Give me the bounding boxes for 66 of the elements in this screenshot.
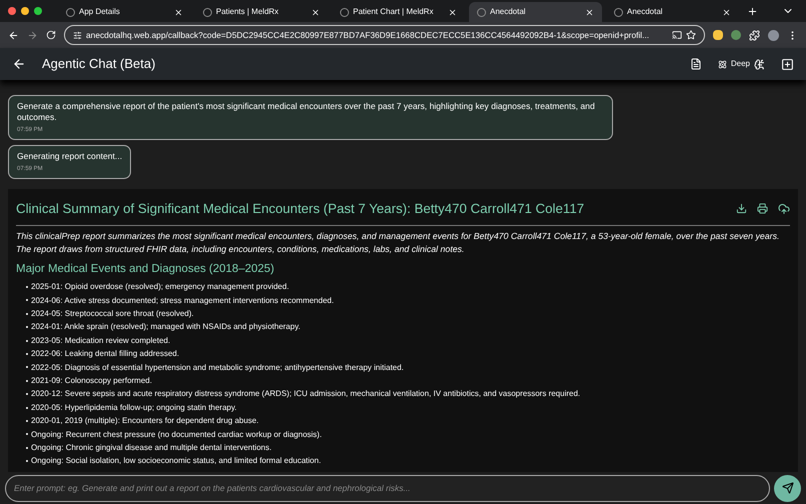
site-settings-icon[interactable] (73, 30, 82, 40)
list-item: Ongoing: Recurrent chest pressure (no documented cardiac workup or diagnosis). (31, 428, 322, 441)
brain-icon (754, 58, 765, 70)
close-icon[interactable] (585, 8, 594, 16)
back-icon[interactable] (12, 57, 26, 71)
browser-tab[interactable]: Anecdotal (469, 2, 602, 22)
send-button[interactable] (774, 474, 801, 502)
message-text: Generate a comprehensive report of the patient's most significant medical encounters over the past 7 years, highlighting key diagnoses, treatments, and outcomes. (17, 101, 596, 123)
tab-title: Patients | MeldRx (216, 6, 280, 18)
browser-tab[interactable]: Anecdotal (606, 2, 739, 22)
list-item: 2024-06: Active stress documented; stress management interventions recommended. (31, 294, 334, 307)
site-icon (66, 8, 75, 16)
upload-icon[interactable] (778, 202, 790, 215)
address-bar[interactable]: anecdotalhq.web.app/callback?code=D5DC2945CC4E2C80997E877BD7AF36D9E1668CDEC7ECC5E136CC4564492092B4-1&scope=openid+profil... (64, 25, 705, 45)
list-item: 2020-01, 2019 (multiple): Encounters for dependent drug abuse. (31, 415, 259, 428)
section-title: Major Medical Events and Diagnoses (2018–2025) (16, 262, 276, 277)
back-icon[interactable] (8, 30, 19, 40)
list-item: 2023-05: Medication review completed. (31, 334, 170, 347)
list-item: 2025-01: Opioid overdose (resolved); emergency management provided. (31, 281, 289, 294)
report-title: Clinical Summary of Significant Medical Encounters (Past 7 Years): Betty470 Carroll471 Cole117 (16, 200, 586, 218)
list-item: Ongoing: Social isolation, low socioeconomic status, and limited formal education. (31, 455, 321, 468)
list-item: 2022-06: Leaking dental filling addressed. (31, 348, 180, 360)
tab-title: Anecdotal (627, 6, 664, 18)
list-item: 2020-12: Severe sepsis and acute respiratory distress syndrome (ARDS); ICU admission, mechanical ventilation, IV antibiotics, and vasopressors required. (31, 388, 580, 400)
report-intro: This clinicalPrep report summarizes the most significant medical encounters, diagnoses, and management events for Betty470 Carroll471 Cole117, a 53-year-old female, over the past seven years. The report draws from structured FHIR data, including encounters, conditions, medications, labs, and clinical notes. (16, 230, 780, 256)
cast-icon[interactable] (672, 30, 682, 40)
browser-tab[interactable]: App Details (58, 2, 191, 22)
close-window-icon[interactable] (8, 7, 16, 15)
list-item: 2021-09: Colonoscopy performed. (31, 375, 152, 388)
send-icon (782, 482, 794, 494)
site-icon (477, 8, 486, 16)
close-icon[interactable] (448, 8, 457, 16)
extensions-icon[interactable] (749, 30, 760, 40)
prompt-field[interactable]: Enter prompt: eg. Generate and print out a report on the patients cardiovascular and nephrological risks... (5, 474, 770, 502)
list-item: 2024-05: Streptococcal sore throat (resolved). (31, 308, 194, 320)
tab-title: Patient Chart | MeldRx (353, 6, 434, 18)
maximize-window-icon[interactable] (34, 7, 42, 15)
mode-toggle[interactable]: Deep (718, 58, 765, 70)
site-icon (340, 8, 349, 16)
new-chat-icon[interactable] (781, 58, 794, 70)
browser-tab[interactable]: Patient Chart | MeldRx (332, 2, 465, 22)
list-item: 2020-05: Hyperlipidemia follow-up; ongoing statin therapy. (31, 402, 237, 414)
reload-icon[interactable] (46, 30, 56, 40)
bookmark-icon[interactable] (686, 30, 696, 40)
list-item: Ongoing: Chronic gingival disease and multiple dental interventions. (31, 442, 272, 454)
message-text: Generating report content... (17, 151, 122, 162)
tab-title: App Details (79, 6, 121, 18)
browser-tab[interactable]: Patients | MeldRx (195, 2, 328, 22)
forward-icon[interactable] (27, 30, 38, 40)
print-icon[interactable] (757, 202, 768, 214)
list-item: 2024-01: Ankle sprain (resolved); managed with NSAIDs and physiotherapy. (31, 321, 300, 334)
minimize-window-icon[interactable] (21, 7, 29, 15)
site-icon (614, 8, 623, 16)
atom-icon (718, 60, 727, 68)
close-icon[interactable] (722, 8, 731, 16)
site-icon (203, 8, 212, 16)
new-tab-icon[interactable] (747, 6, 758, 17)
url-text: anecdotalhq.web.app/callback?code=D5DC2945CC4E2C80997E877BD7AF36D9E1668CDEC7ECC5E136CC4564492092B4-1&scope=openid+profil... (86, 28, 650, 42)
page-title: Agentic Chat (Beta) (42, 55, 156, 74)
tab-title: Anecdotal (490, 6, 527, 18)
document-icon[interactable] (690, 58, 702, 70)
list-item: 2022-05: Diagnosis of essential hypertension and metabolic syndrome; antihypertensive therapy initiated. (31, 362, 404, 374)
close-icon[interactable] (174, 8, 183, 16)
profile-avatar[interactable] (768, 30, 779, 40)
download-icon[interactable] (736, 202, 747, 214)
close-icon[interactable] (311, 8, 320, 16)
